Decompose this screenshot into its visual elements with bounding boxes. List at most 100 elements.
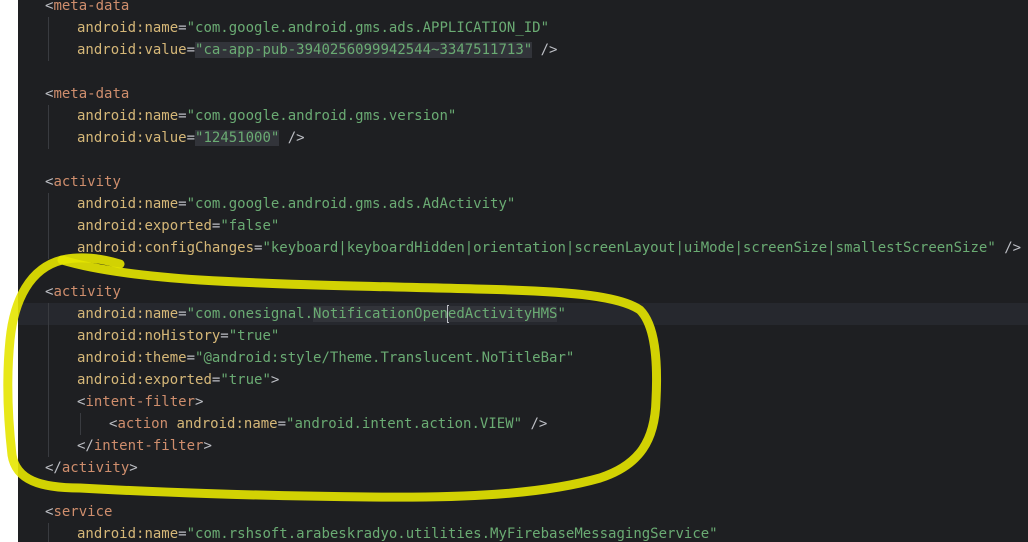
token: > [195,394,204,410]
code-text: android:exported="false" [77,215,279,237]
token: android: [77,218,145,234]
code-text: <service [45,501,112,523]
token: intent-filter [93,438,204,454]
indent-guide [48,391,49,413]
code-area[interactable]: <meta-data android:name="com.google.andro… [18,0,1028,542]
token: "ca-app-pub-3940256099942544~3347511713" [195,42,533,58]
code-line[interactable] [18,61,1028,83]
indent-guide [80,413,81,435]
token: theme [144,350,187,366]
token: android: [77,526,145,542]
token: = [178,526,187,542]
indent-guide [48,523,49,542]
code-line[interactable]: </intent-filter> [18,435,1028,457]
code-line[interactable]: android:configChanges="keyboard|keyboard… [18,237,1028,259]
indent-guide [48,435,49,457]
token: noHistory [144,328,221,344]
code-line[interactable]: android:name="com.onesignal.Notification… [18,303,1028,325]
indent-guide [48,105,49,127]
token: </ [45,460,62,476]
token: android: [77,328,145,344]
token: = [186,130,196,146]
code-text: android:value="12451000" /> [77,127,305,149]
token: /> [522,416,548,432]
token: "com.google.android.gms.ads.AdActivity" [186,196,516,212]
token: android: [77,306,145,322]
code-line[interactable] [18,479,1028,501]
code-line[interactable]: android:theme="@android:style/Theme.Tran… [18,347,1028,369]
code-line[interactable]: android:exported="false" [18,215,1028,237]
token: meta-data [53,86,130,102]
token: name [144,196,179,212]
token: activity [53,284,121,300]
token: = [186,350,196,366]
token: android: [77,240,145,256]
code-text: android:name="com.google.android.gms.ver… [77,105,456,127]
token: name [144,20,179,36]
code-text: <intent-filter> [77,391,203,413]
token: "false" [220,218,280,234]
code-line[interactable] [18,149,1028,171]
code-text: android:name="com.onesignal.Notification… [77,303,566,325]
token: meta-data [53,0,130,14]
code-line[interactable]: android:value="ca-app-pub-39402560999425… [18,39,1028,61]
code-text: android:value="ca-app-pub-39402560999425… [77,39,557,61]
token: name [243,416,278,432]
token: name [144,526,179,542]
token: exported [144,372,212,388]
indent-guide [48,325,49,347]
token: value [144,130,187,146]
token: "android.intent.action.VIEW" [286,416,523,432]
indent-guide [48,347,49,369]
code-text: android:name="com.google.android.gms.ads… [77,17,549,39]
indent-guide [48,17,49,39]
token: "true" [220,372,271,388]
code-line[interactable]: android:value="12451000" /> [18,127,1028,149]
code-line[interactable]: android:name="com.rshsoft.arabeskradyo.u… [18,523,1028,542]
code-line[interactable]: <meta-data [18,0,1028,17]
code-line[interactable]: android:noHistory="true" [18,325,1028,347]
code-text: <action android:name="android.intent.act… [109,413,547,435]
code-line[interactable] [18,259,1028,281]
token: value [144,42,187,58]
indent-guide [48,369,49,391]
token: name [144,306,179,322]
code-text: </activity> [45,457,138,479]
code-line[interactable]: <intent-filter> [18,391,1028,413]
indent-guide [48,193,49,215]
token: </ [77,438,94,454]
code-line[interactable]: <activity [18,171,1028,193]
code-line[interactable]: android:exported="true"> [18,369,1028,391]
token: = [178,20,187,36]
code-text: android:noHistory="true" [77,325,279,347]
token: /> [532,42,558,58]
code-line[interactable]: android:name="com.google.android.gms.ads… [18,17,1028,39]
token: > [203,438,212,454]
code-line[interactable]: <activity [18,281,1028,303]
token: /> [279,130,305,146]
token: "com.onesignal. [186,306,314,322]
token: activity [53,174,121,190]
indent-guide [48,215,49,237]
code-line[interactable]: android:name="com.google.android.gms.ads… [18,193,1028,215]
token: "true" [228,328,280,344]
code-line[interactable]: <meta-data [18,83,1028,105]
token: activity [61,460,130,476]
code-line[interactable]: <action android:name="android.intent.act… [18,413,1028,435]
code-text: <meta-data [45,0,129,17]
code-text: </intent-filter> [77,435,212,457]
token: android: [77,350,145,366]
code-editor[interactable]: <meta-data android:name="com.google.andro… [0,0,1028,542]
token: = [178,196,187,212]
token: "12451000" [195,130,280,146]
indent-guide [48,303,49,325]
token: android: [77,20,145,36]
code-line[interactable]: <service [18,501,1028,523]
indent-guide [48,413,49,435]
code-line[interactable]: android:name="com.google.android.gms.ver… [18,105,1028,127]
token: action [117,416,169,432]
token: /> [995,240,1022,256]
token: android: [77,130,145,146]
token: android: [77,108,145,124]
code-line[interactable]: </activity> [18,457,1028,479]
